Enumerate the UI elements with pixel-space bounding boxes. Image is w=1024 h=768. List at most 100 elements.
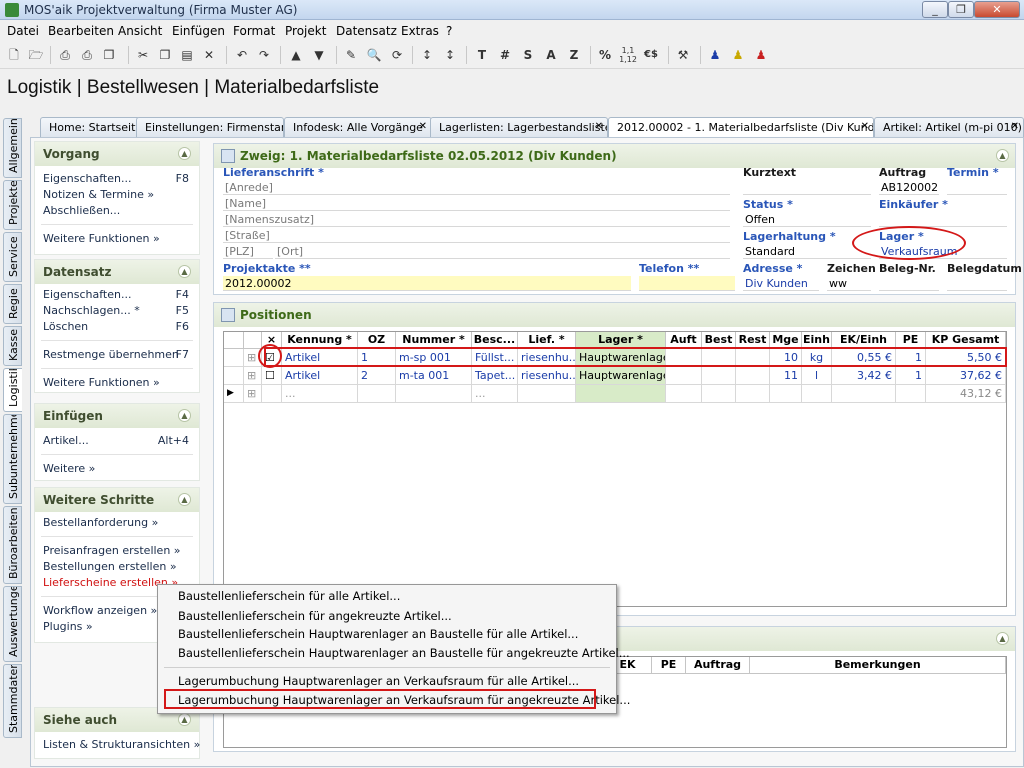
cell-oz[interactable]: 2	[358, 367, 396, 385]
cell-rest[interactable]	[736, 385, 770, 403]
row-checkbox-empty[interactable]	[262, 385, 282, 403]
vtab-auswertungen[interactable]: Auswertungen	[3, 586, 22, 662]
zeichen-field[interactable]: ww	[827, 276, 871, 291]
tab-einstellungen[interactable]: Einstellungen: Firmenstammd	[136, 117, 284, 137]
einkaeufer-field[interactable]	[879, 212, 1007, 227]
menu-bearbeiten[interactable]: Bearbeiten	[48, 24, 114, 38]
vtab-subunternehmer[interactable]: Subunternehmer	[3, 414, 22, 504]
undo-icon[interactable]: ↶	[233, 46, 251, 64]
cell-best[interactable]	[702, 367, 736, 385]
menu-datei[interactable]: Datei	[7, 24, 39, 38]
collapse-icon[interactable]: ▲	[178, 493, 191, 506]
anrede-field[interactable]: [Anrede]	[223, 180, 730, 195]
telefon-field[interactable]	[639, 276, 735, 291]
menu-format[interactable]: Format	[233, 24, 275, 38]
tab-close-icon[interactable]: ✕	[419, 121, 427, 132]
cell-nummer[interactable]: m-ta 001	[396, 367, 472, 385]
cell-best[interactable]	[702, 385, 736, 403]
group-header[interactable]: Einfügen ▲	[35, 404, 199, 428]
cell-lief[interactable]: riesenhu...	[518, 367, 576, 385]
move-up-icon[interactable]: ▲	[287, 46, 305, 64]
cell-einh[interactable]	[802, 385, 832, 403]
tab-close-icon[interactable]: ✕	[595, 121, 603, 132]
copy-icon[interactable]: ❐	[156, 46, 174, 64]
tab-home[interactable]: Home: Startseite	[40, 117, 140, 137]
menu-ansicht[interactable]: Ansicht	[118, 24, 162, 38]
einfuegen-weitere[interactable]: Weitere »	[43, 462, 95, 475]
tab-lagerlisten[interactable]: Lagerlisten: Lagerbestandsliste ✕	[430, 117, 608, 137]
tools-icon[interactable]: ⚒	[674, 46, 692, 64]
vtab-service[interactable]: Service	[3, 232, 22, 282]
menu-einfuegen[interactable]: Einfügen	[172, 24, 225, 38]
collapse-icon[interactable]: ▲	[178, 147, 191, 160]
text-s-icon[interactable]: S	[519, 46, 537, 64]
schritte-plugins[interactable]: Plugins »	[43, 620, 93, 633]
currency-icon[interactable]: €$	[642, 46, 660, 64]
collapse-icon[interactable]: ▲	[996, 632, 1009, 645]
tab-close-icon[interactable]: ✕	[1011, 121, 1019, 132]
decimal-icon[interactable]: 1,1 1,12	[619, 46, 637, 64]
text-a-icon[interactable]: A	[542, 46, 560, 64]
cell-auft[interactable]	[666, 385, 702, 403]
new-icon[interactable]: 🗋	[5, 46, 23, 64]
cell-mge[interactable]: 11	[770, 367, 802, 385]
collapse-icon[interactable]: ▲	[996, 149, 1009, 162]
open-icon[interactable]: 🗁	[27, 46, 45, 64]
cell-kennung[interactable]: ...	[282, 385, 358, 403]
adresse-field[interactable]: Div Kunden	[743, 276, 819, 291]
menu-item-baustelle-alle[interactable]: Baustellenlieferschein für alle Artikel.…	[178, 589, 400, 603]
tab-materialbedarfsliste[interactable]: 2012.00002 - 1. Materialbedarfsliste (Di…	[608, 117, 874, 138]
minimize-button[interactable]: _	[922, 1, 948, 18]
cell-pe[interactable]	[896, 385, 926, 403]
print-icon[interactable]: ⎙	[56, 46, 74, 64]
datensatz-loeschen[interactable]: Löschen	[43, 320, 88, 333]
tab-close-icon[interactable]: ✕	[861, 121, 869, 132]
tab-infodesk[interactable]: Infodesk: Alle Vorgänge ✕	[284, 117, 432, 137]
row-checkbox[interactable]: ☐	[262, 367, 282, 385]
vtab-stammdaten[interactable]: Stammdaten	[3, 664, 22, 738]
vorgang-eigenschaften[interactable]: Eigenschaften...	[43, 172, 131, 185]
sort-desc-icon[interactable]: ↕	[441, 46, 459, 64]
expand-icon[interactable]: ⊞	[244, 385, 262, 403]
copy-doc-icon[interactable]: ❐	[100, 46, 118, 64]
menu-datensatz[interactable]: Datensatz	[336, 24, 397, 38]
move-down-icon[interactable]: ▼	[310, 46, 328, 64]
print-preview-icon[interactable]: ⎙	[78, 46, 96, 64]
collapse-icon[interactable]: ▲	[178, 409, 191, 422]
namenszusatz-field[interactable]: [Namenszusatz]	[223, 212, 730, 227]
cell-lager[interactable]: Hauptwarenlager	[576, 367, 666, 385]
maximize-button[interactable]: ❐	[948, 1, 974, 18]
sort-asc-icon[interactable]: ↕	[418, 46, 436, 64]
vtab-kasse[interactable]: Kasse	[3, 326, 22, 366]
datensatz-restmenge[interactable]: Restmenge übernehmen	[43, 348, 179, 361]
cell-besc[interactable]: ...	[472, 385, 518, 403]
schritte-workflow[interactable]: Workflow anzeigen »	[43, 604, 157, 617]
lagerhaltung-field[interactable]: Standard	[743, 244, 871, 259]
group-header[interactable]: Weitere Schritte ▲	[35, 488, 199, 512]
user-red-icon[interactable]: ♟	[752, 46, 770, 64]
collapse-icon[interactable]: ▲	[178, 713, 191, 726]
schritte-preisanfragen[interactable]: Preisanfragen erstellen »	[43, 544, 181, 557]
user-yellow-icon[interactable]: ♟	[729, 46, 747, 64]
row-indicator[interactable]	[224, 367, 244, 385]
paste-icon[interactable]: ▤	[178, 46, 196, 64]
menu-projekt[interactable]: Projekt	[285, 24, 326, 38]
beleg-nr-field[interactable]	[879, 276, 939, 291]
cell-mge[interactable]	[770, 385, 802, 403]
strasse-field[interactable]: [Straße]	[223, 228, 730, 243]
einfuegen-artikel[interactable]: Artikel...	[43, 434, 89, 447]
cell-nummer[interactable]	[396, 385, 472, 403]
vtab-bueroarbeiten[interactable]: Büroarbeiten	[3, 506, 22, 584]
lower-col-bemerkungen[interactable]: Bemerkungen	[750, 657, 1006, 674]
current-row-arrow-icon[interactable]: ▶	[224, 385, 244, 403]
menu-help[interactable]: ?	[446, 24, 452, 38]
cell-kp[interactable]: 37,62 €	[926, 367, 1006, 385]
termin-field[interactable]	[947, 180, 1007, 195]
projektakte-field[interactable]: 2012.00002	[223, 276, 631, 291]
plz-field[interactable]: [PLZ]	[223, 244, 273, 259]
cell-rest[interactable]	[736, 367, 770, 385]
menu-item-umbuchung-alle[interactable]: Lagerumbuchung Hauptwarenlager an Verkau…	[178, 674, 579, 688]
text-z-icon[interactable]: Z	[565, 46, 583, 64]
schritte-bestellungen[interactable]: Bestellungen erstellen »	[43, 560, 177, 573]
schritte-bestellanforderung[interactable]: Bestellanforderung »	[43, 516, 158, 529]
